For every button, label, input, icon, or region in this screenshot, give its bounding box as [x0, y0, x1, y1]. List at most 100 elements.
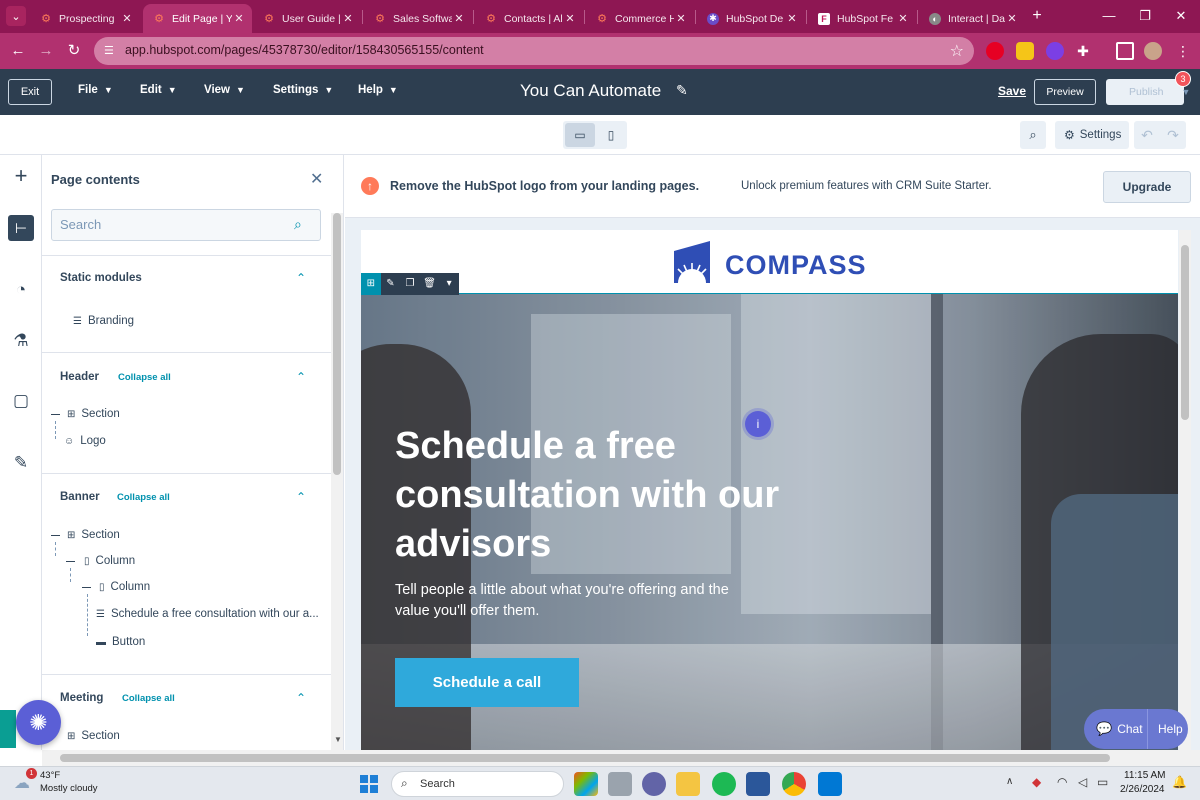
browser-tab-prospecting[interactable]: ⚙ Prospecting ✕ [30, 4, 140, 33]
pencil-icon[interactable]: ✎ [381, 273, 401, 295]
chat-widget[interactable]: 💬 Chat Help [1084, 709, 1188, 749]
tab-close-icon[interactable]: ✕ [1005, 12, 1019, 25]
upgrade-button[interactable]: Upgrade [1103, 171, 1191, 203]
info-marker-icon[interactable]: i [745, 411, 771, 437]
browser-tab-interact[interactable]: ◐ Interact | Da ✕ [919, 4, 1025, 33]
preview-scrollbar-thumb[interactable] [1181, 245, 1189, 420]
tree-item-button[interactable]: ▬ Button [96, 636, 145, 648]
redo-icon[interactable]: ↷ [1160, 121, 1186, 149]
tab-close-icon[interactable]: ✕ [341, 12, 355, 25]
tree-item-section[interactable]: ⊞ Section [67, 730, 120, 742]
help-menu[interactable]: Help ▼ [358, 84, 398, 96]
tree-item-section[interactable]: ⊞ Section [67, 408, 120, 420]
chevron-up-icon[interactable]: ⌃ [296, 490, 306, 504]
tab-close-icon[interactable]: ✕ [120, 12, 134, 25]
tab-close-icon[interactable]: ✕ [674, 12, 688, 25]
design-brush-icon[interactable]: ✎ [8, 450, 34, 476]
hero-subtext[interactable]: Tell people a little about what you're o… [395, 580, 765, 622]
chevron-up-icon[interactable]: ⌃ [296, 271, 306, 285]
document-icon[interactable]: ▢ [8, 388, 34, 414]
clock-time[interactable]: 11:15 AM [1124, 770, 1166, 781]
weather-temperature[interactable]: 43°F [40, 770, 60, 781]
puzzle-extensions-icon[interactable]: ✚ [1074, 42, 1092, 60]
windows-start-icon[interactable] [360, 775, 378, 793]
collapse-all-link[interactable]: Collapse all [122, 693, 175, 704]
tree-item-column[interactable]: ▯ Column [84, 555, 135, 567]
undo-icon[interactable]: ↶ [1134, 121, 1160, 149]
exit-button[interactable]: Exit [8, 79, 52, 105]
collapse-all-link[interactable]: Collapse all [117, 492, 170, 503]
tree-item-section[interactable]: ⊞ Section [67, 529, 120, 541]
back-arrow-icon[interactable]: ← [8, 41, 28, 61]
page-header[interactable]: COMPASS [361, 230, 1178, 294]
section-layout-icon[interactable]: ⊞ [361, 273, 381, 295]
profile-avatar[interactable] [1144, 42, 1162, 60]
clock-date[interactable]: 2/26/2024 [1120, 784, 1165, 795]
tab-close-icon[interactable]: ✕ [232, 12, 246, 25]
tab-search-menu-icon[interactable]: ⌄ [6, 6, 26, 26]
settings-button[interactable]: ⚙ Settings [1055, 121, 1129, 149]
optimize-gauge-icon[interactable]: ◔ [8, 277, 34, 303]
browser-tab-edit-page[interactable]: ⚙ Edit Page | Yo ✕ [143, 4, 252, 33]
pinterest-extension-icon[interactable] [986, 42, 1004, 60]
browser-tab-contacts[interactable]: ⚙ Contacts | Al ✕ [475, 4, 583, 33]
notification-bell-icon[interactable]: 🔔 [1172, 775, 1187, 789]
weather-description[interactable]: Mostly cloudy [40, 783, 98, 794]
preview-button[interactable]: Preview [1034, 79, 1096, 105]
horizontal-scrollbar-thumb[interactable] [60, 754, 1110, 762]
side-launcher-tab[interactable] [0, 710, 16, 748]
add-module-icon[interactable]: + [8, 163, 34, 189]
scroll-down-arrow-icon[interactable]: ▼ [334, 735, 342, 744]
tab-close-icon[interactable]: ✕ [785, 12, 799, 25]
desktop-view-icon[interactable]: ▭ [565, 123, 595, 147]
taskbar-search[interactable]: ⌕ Search [391, 771, 564, 797]
hero-banner[interactable]: Schedule a free consultation with our ad… [361, 293, 1178, 750]
search-input[interactable] [60, 217, 280, 232]
tray-app-icon[interactable]: ◆ [1032, 775, 1041, 789]
reload-icon[interactable]: ↻ [64, 41, 84, 61]
tab-close-icon[interactable]: ✕ [563, 12, 577, 25]
restore-icon[interactable]: ❐ [1136, 7, 1154, 25]
bookmark-star-icon[interactable]: ☆ [950, 41, 964, 61]
hero-heading[interactable]: Schedule a free consultation with our ad… [395, 422, 795, 569]
task-view-icon[interactable] [608, 772, 632, 796]
browser-tab-commerce-hub[interactable]: ⚙ Commerce H ✕ [586, 4, 694, 33]
close-icon[interactable]: ✕ [310, 169, 323, 189]
side-panel-icon[interactable] [1116, 42, 1134, 60]
publish-button[interactable]: Publish ▼ [1106, 79, 1190, 105]
new-tab-icon[interactable]: + [1028, 7, 1046, 25]
page-contents-tree-icon[interactable]: ⊢ [8, 215, 34, 241]
pencil-icon[interactable]: ✎ [676, 82, 688, 99]
chat-button[interactable]: 💬 Chat [1084, 709, 1148, 749]
mobile-view-icon[interactable]: ▯ [597, 123, 625, 147]
minimize-icon[interactable]: — [1100, 7, 1118, 25]
view-menu[interactable]: View ▼ [204, 84, 245, 96]
site-info-icon[interactable]: ☰ [104, 44, 118, 58]
file-explorer-icon[interactable] [676, 772, 700, 796]
browser-tab-hubspot-developers[interactable]: ✱ HubSpot De ✕ [697, 4, 805, 33]
show-hidden-icons-icon[interactable]: ∧ [1006, 776, 1013, 787]
url-field[interactable]: ☰ app.hubspot.com/pages/45378730/editor/… [94, 37, 974, 65]
edit-menu[interactable]: Edit ▼ [140, 84, 177, 96]
search-icon[interactable]: ⌕ [1020, 121, 1046, 149]
assistant-launcher-icon[interactable]: ✺ [16, 700, 61, 745]
wifi-icon[interactable]: ◠ [1057, 775, 1067, 789]
tree-item-logo[interactable]: ☺ Logo [64, 435, 106, 447]
collapse-all-link[interactable]: Collapse all [118, 372, 171, 383]
close-window-icon[interactable]: ✕ [1172, 7, 1190, 25]
browser-tab-user-guide[interactable]: ⚙ User Guide | ✕ [253, 4, 361, 33]
chevron-up-icon[interactable]: ⌃ [296, 370, 306, 384]
save-button[interactable]: Save [998, 84, 1026, 98]
battery-icon[interactable]: ▭ [1097, 775, 1108, 789]
file-menu[interactable]: File ▼ [78, 84, 113, 96]
browser-tab-hubspot-features[interactable]: F HubSpot Fe ✕ [808, 4, 916, 33]
copilot-app-icon[interactable] [574, 772, 598, 796]
settings-menu[interactable]: Settings ▼ [273, 84, 333, 96]
tab-close-icon[interactable]: ✕ [896, 12, 910, 25]
panel-scrollbar-thumb[interactable] [333, 213, 341, 475]
duplicate-icon[interactable]: ❐ [400, 273, 420, 295]
outlook-app-icon[interactable] [818, 772, 842, 796]
tree-item-column[interactable]: ▯ Column [99, 581, 150, 593]
help-button[interactable]: Help [1148, 722, 1183, 736]
search-icon[interactable]: ⌕ [294, 216, 302, 233]
